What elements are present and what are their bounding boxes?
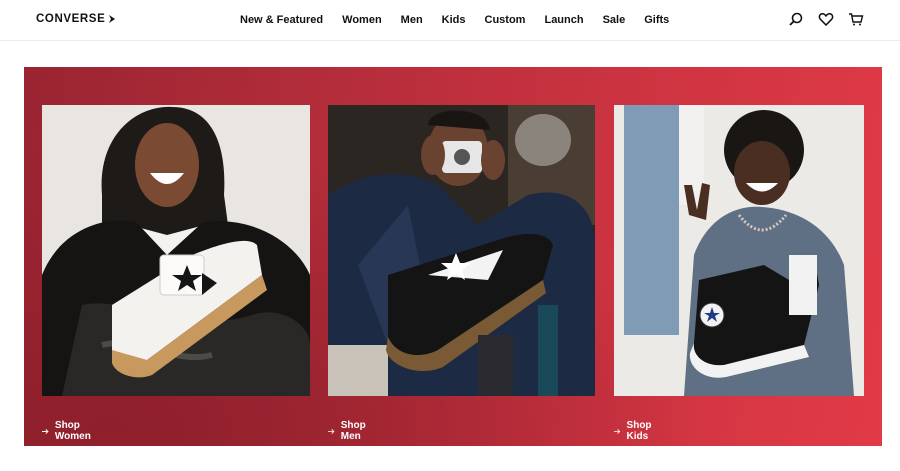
chevron-right-icon — [109, 15, 116, 23]
shop-men-label: Shop Men — [340, 420, 366, 442]
logo-text: CONVERSE — [36, 13, 106, 25]
nav-men[interactable]: Men — [401, 14, 423, 26]
converse-logo[interactable]: CONVERSE — [36, 13, 117, 25]
arrow-right-icon — [42, 428, 49, 434]
nav-kids[interactable]: Kids — [442, 14, 466, 26]
nav-custom[interactable]: Custom — [485, 14, 526, 26]
cart-icon[interactable] — [848, 11, 864, 27]
shop-women-label: Shop Women — [54, 420, 91, 442]
main-nav: New & Featured Women Men Kids Custom Lau… — [240, 0, 688, 40]
shop-men-link[interactable]: Shop Men — [328, 420, 370, 442]
nav-gifts[interactable]: Gifts — [644, 14, 669, 26]
arrow-right-icon — [614, 428, 621, 434]
kids-promo-image[interactable] — [614, 105, 864, 396]
hero-banner: Shop Women Shop Men Shop Kids — [24, 67, 882, 446]
women-promo-image[interactable] — [42, 105, 310, 396]
nav-new-featured[interactable]: New & Featured — [240, 14, 323, 26]
nav-women[interactable]: Women — [342, 14, 382, 26]
nav-launch[interactable]: Launch — [544, 14, 583, 26]
site-header: CONVERSE New & Featured Women Men Kids C… — [0, 0, 900, 41]
shop-kids-link[interactable]: Shop Kids — [614, 420, 656, 442]
nav-sale[interactable]: Sale — [603, 14, 626, 26]
arrow-right-icon — [328, 428, 335, 434]
shop-kids-label: Shop Kids — [626, 420, 652, 442]
search-icon[interactable] — [788, 11, 804, 27]
shop-women-link[interactable]: Shop Women — [42, 420, 95, 442]
header-actions — [788, 11, 864, 27]
men-promo-image[interactable] — [328, 105, 595, 396]
heart-icon[interactable] — [818, 11, 834, 27]
